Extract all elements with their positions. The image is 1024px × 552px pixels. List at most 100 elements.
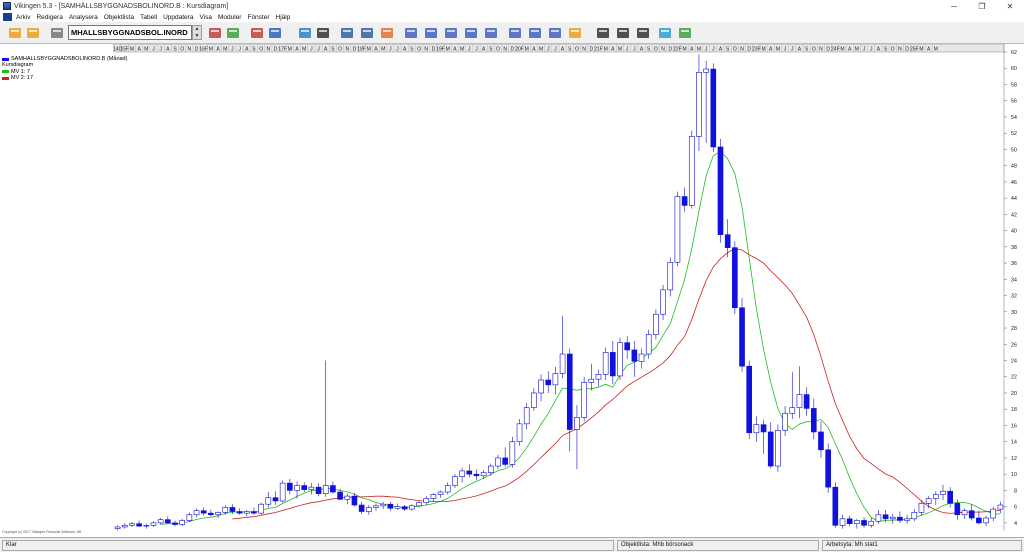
printer-icon[interactable] [358,24,376,42]
menu-uppdatera[interactable]: Uppdatera [163,14,193,21]
curve-icon[interactable] [634,24,652,42]
symbol-input[interactable] [68,25,192,40]
x-tick-label: M [460,47,464,53]
candle-body [165,519,171,524]
candle-icon[interactable] [594,24,612,42]
menu-visa[interactable]: Visa [199,14,212,21]
candle-body [810,408,817,433]
refresh-icon[interactable] [296,24,314,42]
menu-fonster[interactable]: Fönster [247,14,269,21]
x-tick-label: O [812,47,816,53]
candle-body [322,485,329,494]
menu-objektlista[interactable]: Objektlista [104,14,134,21]
x-tick-label: M [683,47,687,53]
globe-icon[interactable] [656,24,674,42]
objectlist-icon[interactable] [48,24,66,42]
spin-up-icon[interactable]: ▲ [193,26,201,33]
y-tick-label: 28 [1011,326,1017,332]
window3-icon[interactable] [442,24,460,42]
x-tick-label: O [733,47,737,53]
x-tick-label: M [604,47,608,53]
window5-icon[interactable] [506,24,524,42]
ma-line-17 [232,248,1001,520]
menu-hjalp[interactable]: Hjälp [276,14,291,21]
ma-line-7 [160,151,1001,525]
restore-button[interactable]: ❐ [968,0,996,12]
candle-body [581,382,587,418]
candle-body [459,470,465,477]
y-tick-label: 6 [1014,505,1017,511]
x-tick-label: M [539,47,543,53]
menu-analysera[interactable]: Analysera [69,14,98,21]
candle-body [387,503,394,509]
document-icon[interactable] [3,13,12,21]
candle-body [193,510,200,516]
price-chart[interactable]: 4681012141618202224262830323436384042444… [0,44,1024,537]
candle-body [409,505,415,510]
y-tick-label: 62 [1011,50,1017,56]
candle-body [897,516,903,521]
minimize-button[interactable]: ─ [940,0,968,12]
candle-body [645,334,652,355]
candle-body [473,473,480,477]
candle-body [351,495,358,506]
next-icon[interactable] [206,24,224,42]
candle-body [243,511,250,514]
chart-area[interactable]: 4 6 8 10 12 14 16 18 20 22 24 26 28 30 32 34 36 38 40 42 44 4… [0,44,1024,537]
candle-body [437,491,444,495]
prev-icon[interactable] [224,24,242,42]
candle-body [258,503,264,514]
x-tick-label: 21F [594,47,603,53]
candle-body [344,495,351,500]
bars-icon[interactable] [614,24,632,42]
x-tick-label: N [267,47,271,53]
status-worksheet: Arbetsyta: Mh stat1 [822,540,1022,551]
print-icon[interactable] [338,24,356,42]
candle-body [782,412,788,431]
table-icon[interactable] [546,24,564,42]
window6-icon[interactable] [526,24,544,42]
module-icon[interactable] [676,24,694,42]
grid-icon[interactable] [482,24,500,42]
candle-body [660,289,666,315]
camera-icon[interactable] [314,24,332,42]
x-tick-label: 24F [831,47,840,53]
color-icon[interactable] [378,24,396,42]
close-button[interactable]: ✕ [996,0,1024,12]
y-tick-label: 38 [1011,245,1017,251]
x-tick-label: 23F [752,47,761,53]
edit-icon[interactable] [566,24,584,42]
menu-redigera[interactable]: Redigera [36,14,62,21]
symbol-spinner[interactable]: ▲ ▼ [192,25,202,40]
candle-body [129,523,135,526]
x-tick-label: M [288,47,292,53]
candle-body [925,498,932,504]
candle-body [868,520,875,526]
candle-body [308,486,315,490]
window4-icon[interactable] [462,24,480,42]
window1-icon[interactable] [402,24,420,42]
menu-tabell[interactable]: Tabell [140,14,157,21]
candle-body [215,512,221,516]
spin-down-icon[interactable]: ▼ [193,33,201,40]
candle-body [653,313,659,335]
menu-arkiv[interactable]: Arkiv [16,14,30,21]
open-folder-icon[interactable] [6,24,24,42]
y-tick-label: 52 [1011,131,1017,137]
x-tick-label: O [654,47,658,53]
candle-body [875,514,882,522]
x-tick-label: O [338,47,342,53]
legend-swatch [2,57,9,61]
y-tick-label: 40 [1011,229,1017,235]
save-icon[interactable] [24,24,42,42]
x-tick-label: N [898,47,902,53]
candle-body [674,196,681,263]
info-icon[interactable] [266,24,284,42]
x-tick-label: 22F [673,47,682,53]
y-tick-label: 50 [1011,147,1017,153]
menu-moduler[interactable]: Moduler [218,14,241,21]
window2-icon[interactable] [422,24,440,42]
x-tick-label: M [302,47,306,53]
signal-icon[interactable] [248,24,266,42]
candle-body [150,522,157,526]
